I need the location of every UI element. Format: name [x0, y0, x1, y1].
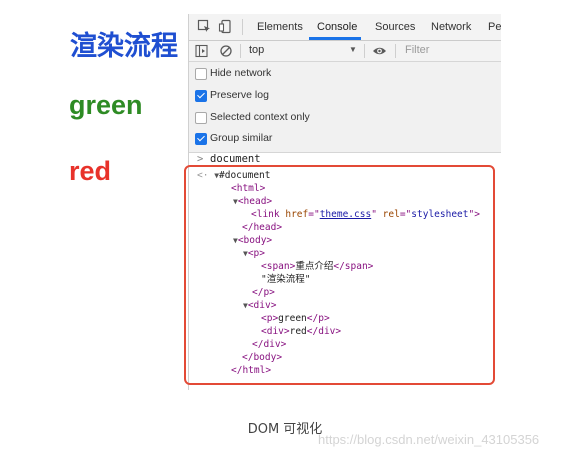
- context-selector[interactable]: top: [249, 44, 264, 56]
- tab-sources[interactable]: Sources: [375, 21, 415, 33]
- hide-network-label: Hide network: [210, 67, 272, 79]
- green-text: green: [69, 90, 143, 120]
- sidebar-toggle-icon[interactable]: [195, 44, 210, 59]
- toolbar-divider-2: [364, 44, 365, 58]
- toolbar-divider-3: [395, 44, 396, 58]
- watermark: https://blog.csdn.net/weixin_43105356: [318, 432, 540, 447]
- hide-network-checkbox[interactable]: [195, 68, 207, 80]
- toolbar-divider: [240, 44, 241, 58]
- console-command: document: [210, 153, 261, 165]
- console-settings-pane: Hide network Preserve log Selected conte…: [189, 62, 501, 153]
- prompt-chevron-icon: >: [197, 153, 204, 165]
- eye-icon[interactable]: [372, 44, 387, 59]
- context-dropdown-icon[interactable]: ▼: [349, 45, 357, 54]
- tabbar-divider: [242, 19, 243, 35]
- page-heading: 渲染流程: [70, 31, 178, 62]
- selected-context-label: Selected context only: [210, 111, 310, 123]
- tab-network[interactable]: Network: [431, 21, 471, 33]
- clear-console-icon[interactable]: [219, 44, 234, 59]
- group-similar-label: Group similar: [210, 132, 273, 144]
- console-toolbar: top ▼ Filter: [189, 41, 501, 62]
- group-similar-checkbox[interactable]: [195, 133, 207, 145]
- device-toolbar-icon[interactable]: [218, 19, 233, 34]
- preserve-log-checkbox[interactable]: [195, 90, 207, 102]
- inspect-element-icon[interactable]: [197, 19, 212, 34]
- filter-input[interactable]: Filter: [405, 44, 429, 56]
- preserve-log-label: Preserve log: [210, 89, 269, 101]
- tab-elements[interactable]: Elements: [257, 21, 303, 33]
- active-tab-indicator: [309, 37, 361, 40]
- red-text: red: [69, 156, 112, 186]
- tab-performance[interactable]: Pe: [488, 21, 501, 33]
- dom-highlight-box: [184, 165, 495, 385]
- tab-console[interactable]: Console: [317, 21, 357, 33]
- devtools-tabbar: Elements Console Sources Network Pe: [189, 14, 501, 41]
- selected-context-checkbox[interactable]: [195, 112, 207, 124]
